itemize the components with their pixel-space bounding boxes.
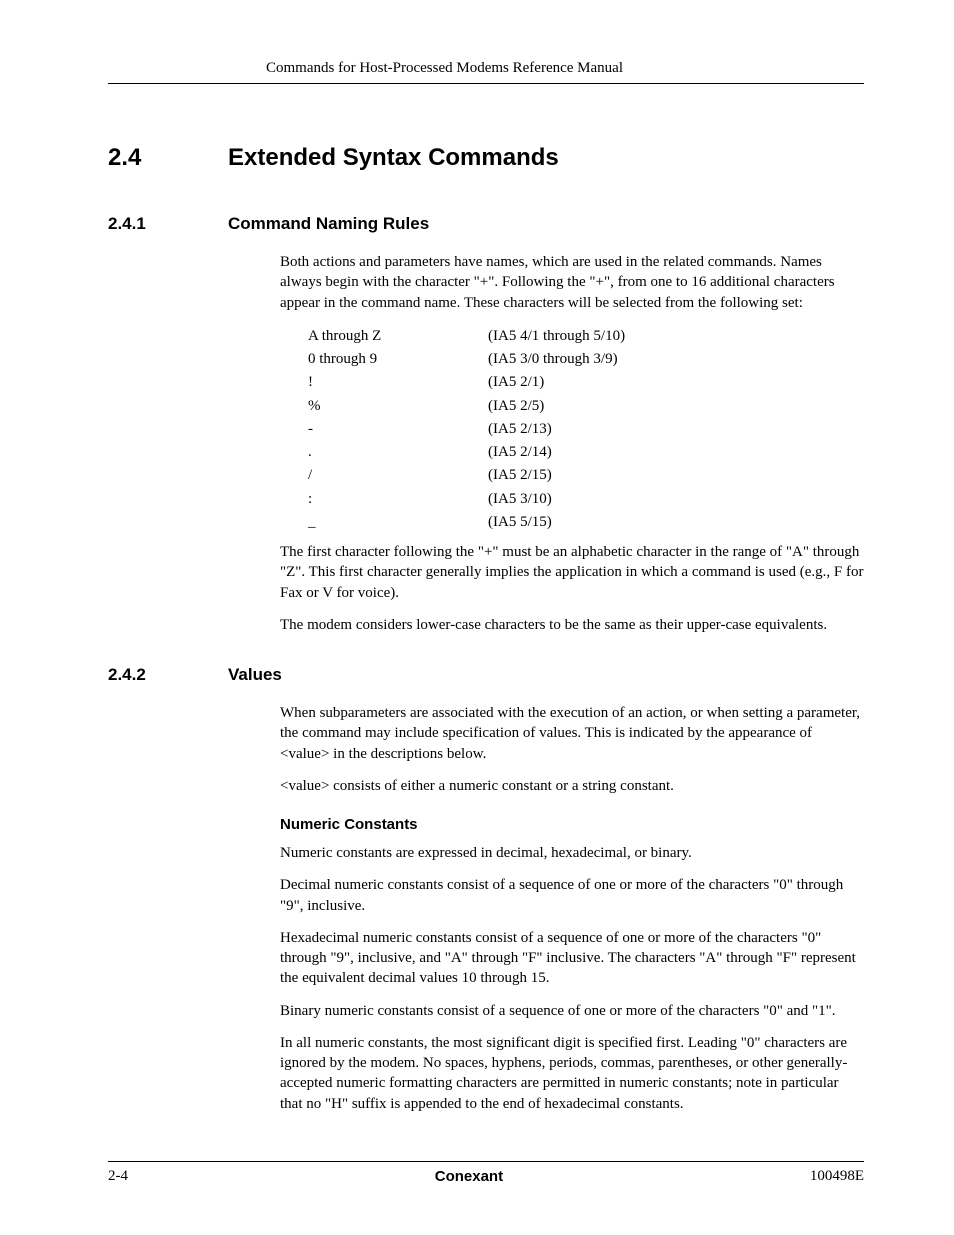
body-text: The modem considers lower-case character… <box>280 615 864 635</box>
numeric-constants-heading: Numeric Constants <box>280 816 864 833</box>
running-header: Commands for Host-Processed Modems Refer… <box>108 60 864 84</box>
char-symbol: / <box>308 464 488 487</box>
char-symbol: ! <box>308 371 488 394</box>
footer-brand: Conexant <box>435 1168 503 1185</box>
page-footer: 2-4 Conexant 100498E <box>108 1161 864 1185</box>
char-symbol: _ <box>308 511 488 534</box>
body-text: In all numeric constants, the most signi… <box>280 1033 864 1114</box>
page: Commands for Host-Processed Modems Refer… <box>0 0 954 1235</box>
char-code: (IA5 5/15) <box>488 511 552 534</box>
char-code: (IA5 2/15) <box>488 464 552 487</box>
body-text: When subparameters are associated with t… <box>280 703 864 764</box>
table-row: _ (IA5 5/15) <box>308 511 864 534</box>
char-symbol: . <box>308 441 488 464</box>
table-row: - (IA5 2/13) <box>308 418 864 441</box>
subsection-title: Values <box>228 665 282 685</box>
table-row: % (IA5 2/5) <box>308 395 864 418</box>
table-row: 0 through 9 (IA5 3/0 through 3/9) <box>308 348 864 371</box>
char-symbol: % <box>308 395 488 418</box>
body-text: <value> consists of either a numeric con… <box>280 776 864 796</box>
page-number: 2-4 <box>108 1168 128 1185</box>
table-row: / (IA5 2/15) <box>308 464 864 487</box>
footer-doc-id: 100498E <box>810 1168 864 1185</box>
char-symbol: : <box>308 488 488 511</box>
char-code: (IA5 4/1 through 5/10) <box>488 325 625 348</box>
char-code: (IA5 2/5) <box>488 395 544 418</box>
table-row: A through Z (IA5 4/1 through 5/10) <box>308 325 864 348</box>
table-row: . (IA5 2/14) <box>308 441 864 464</box>
character-table: A through Z (IA5 4/1 through 5/10) 0 thr… <box>308 325 864 534</box>
char-code: (IA5 2/1) <box>488 371 544 394</box>
char-symbol: - <box>308 418 488 441</box>
char-code: (IA5 2/13) <box>488 418 552 441</box>
body-text: Hexadecimal numeric constants consist of… <box>280 928 864 989</box>
char-code: (IA5 3/0 through 3/9) <box>488 348 618 371</box>
body-text: Binary numeric constants consist of a se… <box>280 1001 864 1021</box>
char-code: (IA5 3/10) <box>488 488 552 511</box>
char-code: (IA5 2/14) <box>488 441 552 464</box>
section-2-4-1-heading: 2.4.1 Command Naming Rules <box>108 214 864 234</box>
char-symbol: A through Z <box>308 325 488 348</box>
section-number: 2.4 <box>108 144 228 172</box>
body-text: Both actions and parameters have names, … <box>280 252 864 313</box>
section-2-4-2-heading: 2.4.2 Values <box>108 665 864 685</box>
body-text: The first character following the "+" mu… <box>280 542 864 603</box>
subsection-number: 2.4.2 <box>108 665 228 685</box>
subsection-number: 2.4.1 <box>108 214 228 234</box>
subsection-title: Command Naming Rules <box>228 214 429 234</box>
section-2-4-heading: 2.4 Extended Syntax Commands <box>108 144 864 172</box>
table-row: ! (IA5 2/1) <box>308 371 864 394</box>
table-row: : (IA5 3/10) <box>308 488 864 511</box>
char-symbol: 0 through 9 <box>308 348 488 371</box>
body-text: Decimal numeric constants consist of a s… <box>280 875 864 916</box>
body-text: Numeric constants are expressed in decim… <box>280 843 864 863</box>
section-title: Extended Syntax Commands <box>228 144 559 172</box>
